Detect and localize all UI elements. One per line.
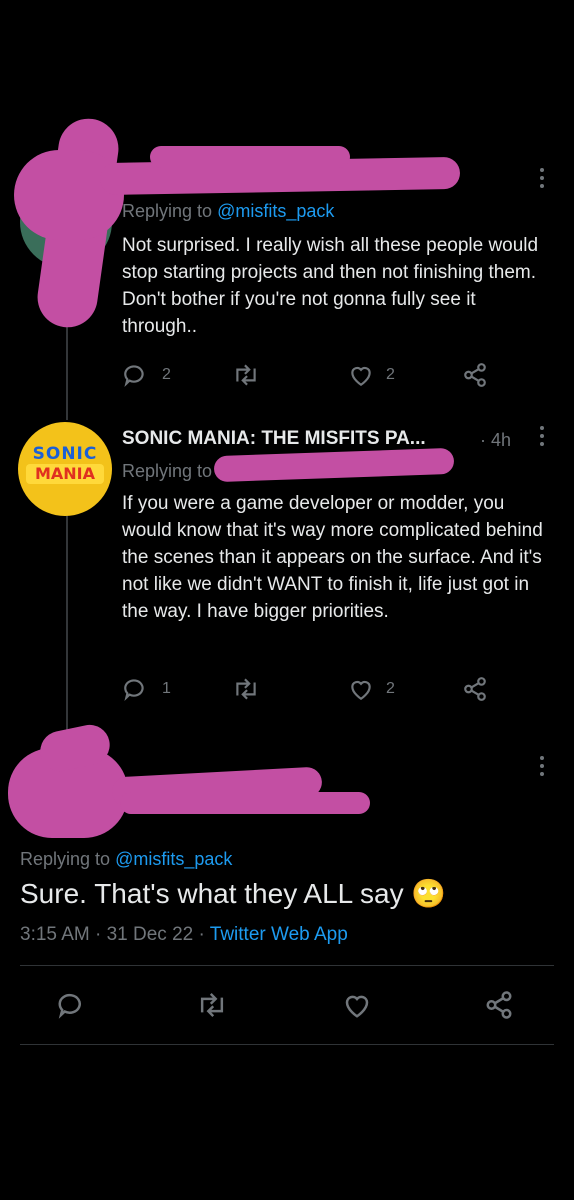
main-action-bar [20, 990, 554, 1022]
reply-count: 1 [162, 680, 171, 697]
retweet-icon[interactable] [232, 676, 260, 702]
tweet-date[interactable]: 31 Dec 22 [107, 924, 194, 945]
reply-icon[interactable] [122, 676, 148, 702]
like-icon[interactable] [348, 676, 374, 702]
like-count: 2 [386, 366, 395, 383]
action-bar: 1 2 [122, 676, 562, 704]
tweet-source[interactable]: Twitter Web App [210, 924, 348, 945]
tweet-time[interactable]: 3:15 AM [20, 924, 90, 945]
replying-to: Replying to @misfits_pack [122, 201, 335, 221]
replying-to: Replying to @misfits_pack [20, 849, 233, 869]
action-bar: 2 2 [122, 362, 562, 390]
sonic-mania-logo: SONIC MANIA [26, 444, 104, 494]
tweet-meta: 3:15 AM · 31 Dec 22 · Twitter Web App [20, 924, 348, 945]
redaction-mark [120, 792, 370, 814]
more-options-icon[interactable] [540, 168, 544, 192]
share-icon[interactable] [484, 990, 514, 1020]
tweet-text: If you were a game developer or modder, … [122, 493, 543, 622]
reply-count: 2 [162, 366, 171, 383]
author-name[interactable]: SONIC MANIA: THE MISFITS PA... [122, 428, 426, 450]
more-options-icon[interactable] [540, 426, 544, 450]
like-icon[interactable] [342, 990, 372, 1020]
tweet-time[interactable]: · 4h [480, 430, 511, 451]
eye-roll-emoji: 🙄 [411, 877, 447, 910]
thread-line [66, 512, 68, 740]
main-tweet-text: Sure. That's what they ALL say 🙄 [20, 877, 447, 910]
like-count: 2 [386, 680, 395, 697]
avatar[interactable]: SONIC MANIA [18, 422, 112, 516]
replying-handle[interactable]: @misfits_pack [217, 201, 334, 221]
share-icon[interactable] [462, 676, 488, 702]
redaction-mark [14, 150, 124, 240]
tweet-text: Not surprised. I really wish all these p… [122, 235, 539, 337]
retweet-icon[interactable] [232, 362, 260, 388]
retweet-icon[interactable] [196, 990, 228, 1020]
replying-to: Replying to [122, 461, 213, 481]
more-options-icon[interactable] [540, 756, 544, 780]
reply-icon[interactable] [122, 362, 148, 388]
divider [20, 965, 554, 966]
like-icon[interactable] [348, 362, 374, 388]
divider [20, 1044, 554, 1045]
reply-icon[interactable] [56, 990, 86, 1020]
redaction-mark [150, 146, 350, 168]
redaction-mark [213, 447, 455, 483]
share-icon[interactable] [462, 362, 488, 388]
replying-handle[interactable]: @misfits_pack [115, 849, 232, 869]
